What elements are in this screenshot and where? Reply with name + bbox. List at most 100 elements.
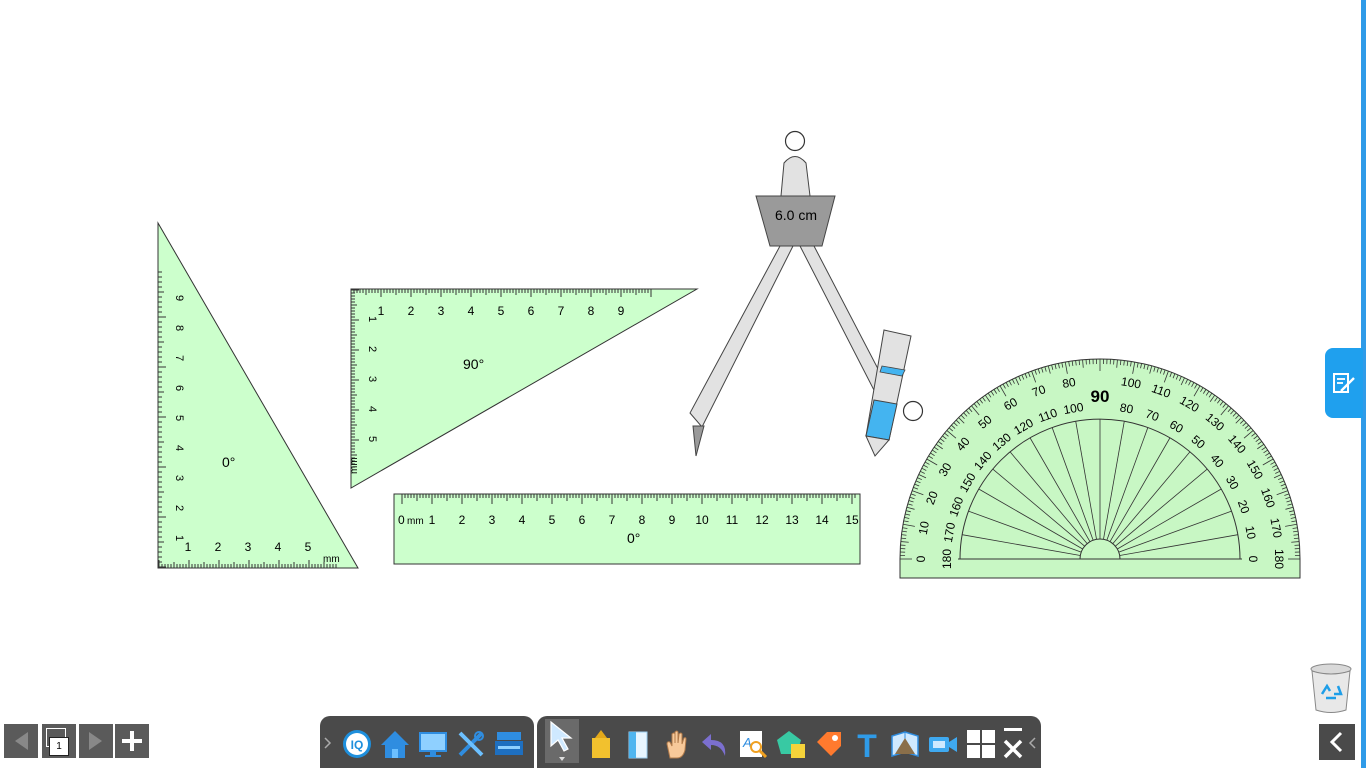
left-triangle-vertical-number: 5 xyxy=(173,415,185,421)
page-thumbnail-button[interactable]: 1 xyxy=(42,724,76,758)
camera-icon xyxy=(929,737,957,752)
hand-icon xyxy=(666,730,687,759)
left-triangle-vertical-number: 9 xyxy=(173,295,185,301)
scanner-button[interactable] xyxy=(492,727,526,761)
monitor-icon xyxy=(419,732,447,757)
top-triangle-top-number: 9 xyxy=(618,304,625,318)
left-triangle-bottom-number: 1 xyxy=(185,540,192,554)
home-icon xyxy=(381,731,409,758)
left-triangle-vertical-number: 7 xyxy=(173,355,185,361)
protractor-outer-label: 0 xyxy=(914,555,928,562)
grid-icon xyxy=(967,730,995,758)
top-triangle-top-number: 3 xyxy=(438,304,445,318)
ruler-number: 2 xyxy=(459,513,466,527)
home-button[interactable] xyxy=(378,727,412,761)
compass[interactable]: 6.0 cm xyxy=(689,130,924,457)
collapse-panel-button[interactable] xyxy=(1319,724,1355,760)
pen-button[interactable] xyxy=(584,727,618,761)
undo-icon xyxy=(702,734,726,756)
toolbar-left-expand[interactable] xyxy=(322,733,332,753)
ruler-number: 10 xyxy=(695,513,709,527)
svg-text:IQ: IQ xyxy=(351,738,364,752)
shapes-button[interactable] xyxy=(774,727,808,761)
pen-icon xyxy=(592,730,610,758)
ruler-number: 9 xyxy=(669,513,676,527)
text-icon: T xyxy=(857,728,877,760)
toolbar-right-collapse[interactable] xyxy=(1028,733,1038,753)
ruler-zero: 0 xyxy=(398,513,405,527)
left-triangle-bottom-number: 2 xyxy=(215,540,222,554)
undo-button[interactable] xyxy=(698,727,732,761)
ruler-number: 1 xyxy=(429,513,436,527)
protractor-inner-label: 80 xyxy=(1119,400,1135,416)
ruler-number: 3 xyxy=(489,513,496,527)
ruler-number: 8 xyxy=(639,513,646,527)
left-triangle-angle-label: 0° xyxy=(222,454,235,470)
add-page-button[interactable] xyxy=(115,724,149,758)
top-triangle-left-number: 3 xyxy=(366,376,378,382)
tools-button[interactable] xyxy=(454,727,488,761)
protractor[interactable]: 010203040506070 80 100 11012013014015016017… xyxy=(899,358,1301,579)
left-triangle-vertical-number: 6 xyxy=(173,385,185,391)
top-triangle-left-number: 5 xyxy=(366,436,378,442)
ruler-number: 14 xyxy=(815,513,829,527)
recycle-bin[interactable] xyxy=(1308,662,1354,714)
left-triangle-vertical-number: 1 xyxy=(173,535,185,541)
select-cursor-icon xyxy=(550,720,573,761)
ruler-number: 11 xyxy=(726,513,739,527)
top-triangle-left-number: 1 xyxy=(366,316,378,322)
top-triangle-top-number: 7 xyxy=(558,304,565,318)
protractor-outer-label: 180 xyxy=(1272,549,1286,569)
protractor-inner-label: 10 xyxy=(1242,525,1258,541)
select-tool-active[interactable] xyxy=(545,719,579,763)
protractor-inner-label: 180 xyxy=(940,549,954,569)
protractor-outer-label: 10 xyxy=(916,520,932,536)
text-recognition-button[interactable]: A xyxy=(736,727,770,761)
ruler[interactable]: 0 mm 1 2 3 4 5 6 7 8 9 10 11 12 13 14 15 0° xyxy=(393,493,861,565)
chevron-left-icon xyxy=(1028,737,1036,749)
previous-page-button[interactable] xyxy=(4,724,38,758)
monitor-button[interactable] xyxy=(416,727,450,761)
ruler-number: 4 xyxy=(519,513,526,527)
top-triangle-left-number: 2 xyxy=(366,346,378,352)
top-triangle-top-number: 6 xyxy=(528,304,535,318)
next-page-button[interactable] xyxy=(79,724,113,758)
iq-logo-button[interactable]: IQ xyxy=(340,727,374,761)
top-triangle-angle-label: 90° xyxy=(463,356,484,372)
protractor-inner-label: 0 xyxy=(1246,556,1260,563)
ruler-number: 7 xyxy=(609,513,616,527)
ruler-number: 15 xyxy=(845,513,859,527)
compass-rotate-handle[interactable] xyxy=(784,130,806,152)
book-button[interactable] xyxy=(888,727,922,761)
camera-button[interactable] xyxy=(926,727,960,761)
grid-button[interactable] xyxy=(964,727,998,761)
top-triangle-unit: mm xyxy=(349,457,360,474)
ruler-number: 5 xyxy=(549,513,556,527)
hand-button[interactable] xyxy=(660,727,694,761)
close-toolbar-button[interactable] xyxy=(996,727,1030,761)
top-triangle-top-number: 4 xyxy=(468,304,475,318)
text-button[interactable]: T xyxy=(850,727,884,761)
scanner-icon xyxy=(495,732,523,755)
eraser-icon xyxy=(628,731,648,759)
top-set-square[interactable]: 123456789 12345 mm 90° xyxy=(349,288,699,489)
svg-text:T: T xyxy=(857,728,877,760)
compass-pencil-handle[interactable] xyxy=(902,400,924,422)
left-triangle-bottom-number: 5 xyxy=(305,540,312,554)
plus-icon xyxy=(122,731,142,751)
top-triangle-left-number: 4 xyxy=(366,406,378,412)
book-icon xyxy=(891,731,919,758)
arrow-left-icon xyxy=(15,732,28,750)
whiteboard-canvas[interactable]: 123456789 12345 mm 0° 123456789 12345 mm… xyxy=(0,0,1360,710)
recycle-bin-icon xyxy=(1310,663,1352,713)
ruler-angle-label: 0° xyxy=(627,530,640,546)
notes-side-tab[interactable] xyxy=(1325,348,1363,418)
shapes-icon xyxy=(777,731,805,758)
ruler-unit: mm xyxy=(407,516,424,527)
ruler-number: 6 xyxy=(579,513,586,527)
edit-notes-icon xyxy=(1333,373,1355,393)
current-page-number: 1 xyxy=(49,737,69,756)
left-set-square[interactable]: 1 2 3 4 5 6 7 8 9 1 2 3 4 5 mm 0° xyxy=(157,221,359,569)
eraser-button[interactable] xyxy=(622,727,656,761)
tag-button[interactable] xyxy=(812,727,846,761)
